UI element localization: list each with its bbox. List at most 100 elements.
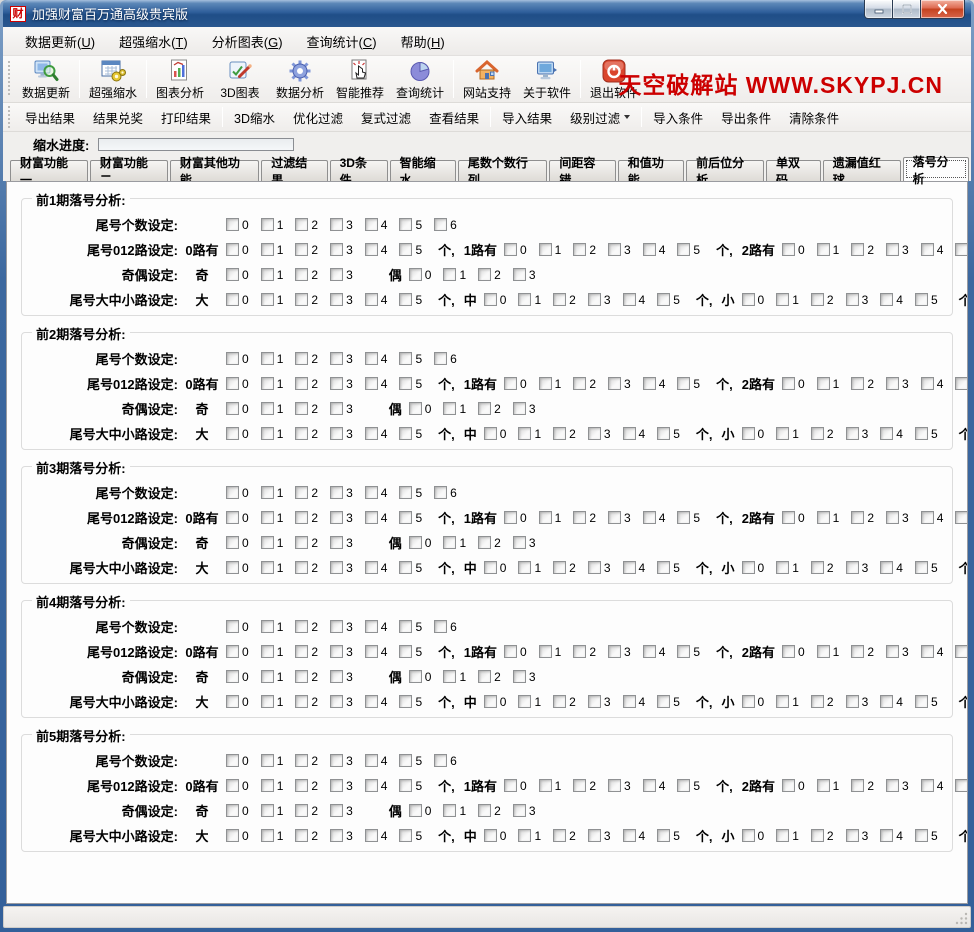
import-conditions-button[interactable]: 导入条件 — [644, 104, 712, 131]
filter-checkbox-option[interactable]: 1 — [776, 695, 799, 709]
filter-checkbox-option[interactable]: 1 — [518, 293, 541, 307]
filter-checkbox-option[interactable]: 1 — [261, 243, 284, 257]
filter-checkbox-option[interactable]: 1 — [261, 427, 284, 441]
filter-checkbox-option[interactable]: 5 — [677, 645, 700, 659]
filter-checkbox-option[interactable]: 5 — [955, 243, 968, 257]
filter-checkbox-option[interactable]: 2 — [295, 377, 318, 391]
duplex-filter-button[interactable]: 复式过滤 — [352, 104, 420, 131]
query-stats-button[interactable]: 查询统计 — [390, 57, 450, 101]
filter-checkbox-option[interactable]: 1 — [261, 561, 284, 575]
filter-checkbox-option[interactable]: 1 — [261, 293, 284, 307]
filter-checkbox-option[interactable]: 2 — [295, 511, 318, 525]
filter-checkbox-option[interactable]: 1 — [261, 829, 284, 843]
filter-checkbox-option[interactable]: 5 — [399, 511, 422, 525]
filter-checkbox-option[interactable]: 1 — [539, 243, 562, 257]
filter-checkbox-option[interactable]: 5 — [955, 377, 968, 391]
filter-checkbox-option[interactable]: 5 — [399, 561, 422, 575]
filter-checkbox-option[interactable]: 3 — [886, 243, 909, 257]
filter-checkbox-option[interactable]: 0 — [504, 377, 527, 391]
filter-checkbox-option[interactable]: 4 — [643, 243, 666, 257]
filter-checkbox-option[interactable]: 5 — [915, 829, 938, 843]
menu-data-update[interactable]: 数据更新(U) — [13, 27, 107, 56]
filter-checkbox-option[interactable]: 4 — [921, 645, 944, 659]
filter-checkbox-option[interactable]: 0 — [226, 511, 249, 525]
filter-checkbox-option[interactable]: 0 — [409, 804, 432, 818]
filter-checkbox-option[interactable]: 3 — [513, 402, 536, 416]
filter-checkbox-option[interactable]: 4 — [365, 218, 388, 232]
filter-checkbox-option[interactable]: 3 — [513, 804, 536, 818]
filter-checkbox-option[interactable]: 5 — [399, 620, 422, 634]
filter-checkbox-option[interactable]: 4 — [365, 620, 388, 634]
filter-checkbox-option[interactable]: 0 — [782, 511, 805, 525]
filter-checkbox-option[interactable]: 4 — [623, 427, 646, 441]
filter-checkbox-option[interactable]: 4 — [921, 779, 944, 793]
filter-checkbox-option[interactable]: 2 — [295, 402, 318, 416]
filter-checkbox-option[interactable]: 0 — [742, 427, 765, 441]
filter-checkbox-option[interactable]: 3 — [330, 427, 353, 441]
filter-checkbox-option[interactable]: 2 — [478, 536, 501, 550]
filter-checkbox-option[interactable]: 5 — [399, 243, 422, 257]
filter-checkbox-option[interactable]: 2 — [851, 779, 874, 793]
filter-checkbox-option[interactable]: 0 — [742, 561, 765, 575]
tab-11[interactable]: 单双码 — [766, 160, 821, 181]
filter-checkbox-option[interactable]: 5 — [677, 511, 700, 525]
filter-checkbox-option[interactable]: 1 — [443, 268, 466, 282]
filter-checkbox-option[interactable]: 4 — [365, 427, 388, 441]
filter-checkbox-option[interactable]: 2 — [295, 486, 318, 500]
filter-checkbox-option[interactable]: 2 — [851, 377, 874, 391]
filter-checkbox-option[interactable]: 6 — [434, 218, 457, 232]
filter-checkbox-option[interactable]: 2 — [851, 243, 874, 257]
filter-checkbox-option[interactable]: 2 — [573, 377, 596, 391]
filter-checkbox-option[interactable]: 5 — [399, 829, 422, 843]
filter-checkbox-option[interactable]: 0 — [226, 377, 249, 391]
filter-checkbox-option[interactable]: 1 — [261, 402, 284, 416]
filter-checkbox-option[interactable]: 1 — [776, 293, 799, 307]
filter-checkbox-option[interactable]: 4 — [643, 511, 666, 525]
filter-checkbox-option[interactable]: 0 — [782, 377, 805, 391]
tab-7[interactable]: 尾数个数行列 — [458, 160, 547, 181]
level-filter-button[interactable]: 级别过滤 — [561, 104, 639, 131]
filter-checkbox-option[interactable]: 1 — [518, 695, 541, 709]
filter-checkbox-option[interactable]: 6 — [434, 620, 457, 634]
import-results-button[interactable]: 导入结果 — [493, 104, 561, 131]
filter-checkbox-option[interactable]: 2 — [811, 695, 834, 709]
filter-checkbox-option[interactable]: 2 — [811, 561, 834, 575]
redeem-results-button[interactable]: 结果兑奖 — [84, 104, 152, 131]
filter-checkbox-option[interactable]: 0 — [742, 829, 765, 843]
filter-checkbox-option[interactable]: 0 — [504, 511, 527, 525]
filter-checkbox-option[interactable]: 5 — [399, 352, 422, 366]
filter-checkbox-option[interactable]: 1 — [817, 645, 840, 659]
filter-checkbox-option[interactable]: 1 — [776, 561, 799, 575]
filter-checkbox-option[interactable]: 1 — [261, 268, 284, 282]
filter-checkbox-option[interactable]: 3 — [330, 486, 353, 500]
filter-checkbox-option[interactable]: 1 — [261, 645, 284, 659]
filter-checkbox-option[interactable]: 0 — [226, 536, 249, 550]
filter-checkbox-option[interactable]: 0 — [226, 670, 249, 684]
filter-checkbox-option[interactable]: 1 — [261, 695, 284, 709]
filter-checkbox-option[interactable]: 5 — [915, 293, 938, 307]
tab-2[interactable]: 财富功能二 — [90, 160, 168, 181]
filter-checkbox-option[interactable]: 3 — [846, 695, 869, 709]
filter-checkbox-option[interactable]: 2 — [478, 268, 501, 282]
filter-checkbox-option[interactable]: 4 — [365, 779, 388, 793]
filter-checkbox-option[interactable]: 1 — [539, 511, 562, 525]
filter-checkbox-option[interactable]: 3 — [330, 511, 353, 525]
menu-query-stats[interactable]: 查询统计(C) — [295, 27, 389, 56]
filter-checkbox-option[interactable]: 2 — [295, 561, 318, 575]
filter-checkbox-option[interactable]: 2 — [295, 243, 318, 257]
tab-9[interactable]: 和值功能 — [618, 160, 684, 181]
filter-checkbox-option[interactable]: 0 — [504, 779, 527, 793]
filter-checkbox-option[interactable]: 3 — [608, 511, 631, 525]
filter-checkbox-option[interactable]: 2 — [295, 268, 318, 282]
optimize-filter-button[interactable]: 优化过滤 — [284, 104, 352, 131]
filter-checkbox-option[interactable]: 3 — [846, 427, 869, 441]
filter-checkbox-option[interactable]: 1 — [817, 779, 840, 793]
filter-checkbox-option[interactable]: 3 — [513, 670, 536, 684]
filter-checkbox-option[interactable]: 2 — [851, 645, 874, 659]
filter-checkbox-option[interactable]: 2 — [573, 511, 596, 525]
filter-checkbox-option[interactable]: 1 — [817, 377, 840, 391]
print-results-button[interactable]: 打印结果 — [152, 104, 220, 131]
filter-checkbox-option[interactable]: 0 — [226, 352, 249, 366]
filter-checkbox-option[interactable]: 4 — [365, 486, 388, 500]
filter-checkbox-option[interactable]: 0 — [226, 645, 249, 659]
